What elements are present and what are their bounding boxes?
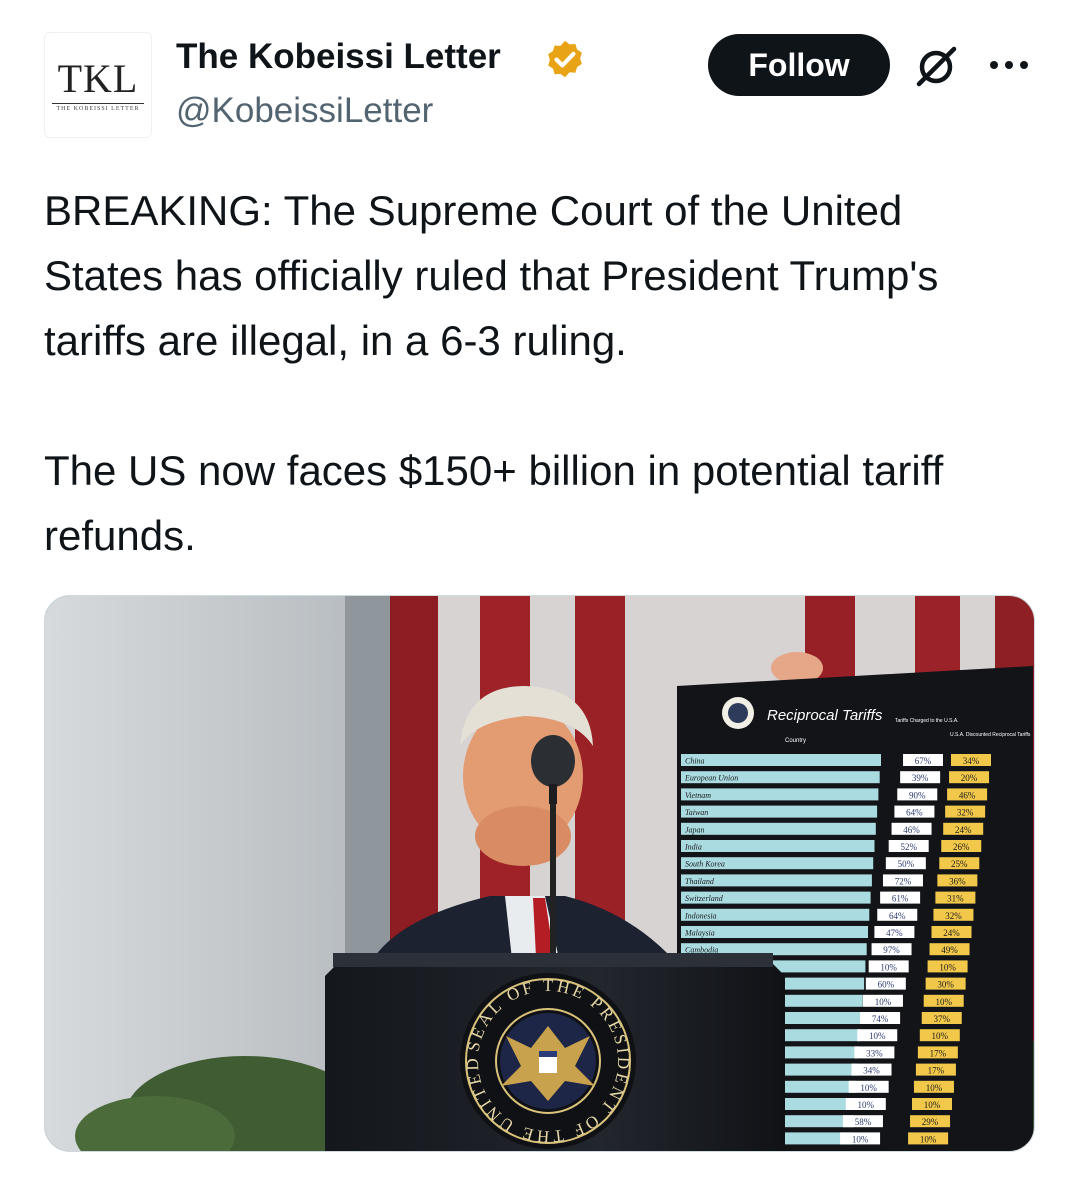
photo-scene: Reciprocal Tariffs Country Tariffs Charg… xyxy=(45,596,1034,1151)
more-dot xyxy=(1005,61,1013,69)
board-country-label: South Korea xyxy=(685,860,725,869)
board-country-label: Indonesia xyxy=(684,911,717,920)
more-options-icon[interactable] xyxy=(990,56,1036,70)
board-country-label: Japan xyxy=(685,825,705,834)
tweet-paragraph: The US now faces $150+ billion in potent… xyxy=(44,447,944,559)
board-reciprocal-value: 37% xyxy=(934,1014,951,1024)
board-reciprocal-value: 10% xyxy=(932,1031,949,1041)
board-charged-value: 97% xyxy=(883,945,900,955)
board-country-label: European Union xyxy=(684,774,738,783)
board-country-label: India xyxy=(684,843,702,852)
board-charged-value: 64% xyxy=(906,808,923,818)
board-reciprocal-value: 17% xyxy=(928,1066,945,1076)
grok-icon[interactable] xyxy=(914,44,958,88)
board-reciprocal-value: 36% xyxy=(949,876,966,886)
board-charged-value: 10% xyxy=(860,1083,877,1093)
board-reciprocal-value: 10% xyxy=(924,1100,941,1110)
board-country-label: Taiwan xyxy=(685,808,708,817)
avatar-rule xyxy=(52,102,144,104)
board-charged-value: 61% xyxy=(892,894,909,904)
board-country-label: Vietnam xyxy=(685,791,711,800)
board-country-bar xyxy=(681,822,876,835)
handle[interactable]: @KobeissiLetter xyxy=(176,88,433,134)
board-reciprocal-value: 24% xyxy=(943,928,960,938)
board-charged-value: 64% xyxy=(889,911,906,921)
board-country-label: Malaysia xyxy=(684,929,715,938)
board-title: Reciprocal Tariffs xyxy=(767,707,883,724)
board-charged-value: 74% xyxy=(872,1014,889,1024)
board-col-country: Country xyxy=(785,738,806,744)
board-charged-value: 47% xyxy=(886,928,903,938)
board-country-bar xyxy=(681,754,881,766)
board-charged-value: 39% xyxy=(912,773,929,783)
more-dot xyxy=(1020,61,1028,69)
board-charged-value: 10% xyxy=(852,1134,869,1144)
avatar-monogram: TKL xyxy=(57,55,139,101)
avatar[interactable]: TKL THE KOBEISSI LETTER xyxy=(44,32,152,138)
board-reciprocal-value: 32% xyxy=(945,911,962,921)
board-reciprocal-value: 30% xyxy=(937,980,954,990)
board-reciprocal-value: 10% xyxy=(939,962,956,972)
verified-badge-icon xyxy=(548,40,582,78)
board-charged-value: 46% xyxy=(903,825,920,835)
tweet-paragraph: BREAKING: The Supreme Court of the Unite… xyxy=(44,187,939,364)
board-reciprocal-value: 17% xyxy=(930,1048,947,1058)
board-charged-value: 10% xyxy=(869,1031,886,1041)
board-charged-value: 52% xyxy=(900,842,917,852)
board-charged-value: 60% xyxy=(878,980,895,990)
board-charged-value: 67% xyxy=(915,756,932,766)
board-reciprocal-value: 10% xyxy=(935,997,952,1007)
board-charged-value: 50% xyxy=(898,859,915,869)
board-country-label: Switzerland xyxy=(685,894,724,903)
board-country-bar xyxy=(681,805,878,818)
tweet-photo[interactable]: Reciprocal Tariffs Country Tariffs Charg… xyxy=(44,595,1035,1152)
board-reciprocal-value: 49% xyxy=(941,945,958,955)
board-reciprocal-value: 32% xyxy=(957,808,974,818)
board-country-label: Thailand xyxy=(685,877,715,886)
board-reciprocal-value: 20% xyxy=(961,773,978,783)
board-charged-value: 72% xyxy=(895,876,912,886)
board-charged-value: 33% xyxy=(866,1048,883,1058)
tweet-text: BREAKING: The Supreme Court of the Unite… xyxy=(44,178,1004,568)
board-reciprocal-value: 46% xyxy=(959,790,976,800)
display-name[interactable]: The Kobeissi Letter xyxy=(176,34,501,80)
board-reciprocal-value: 29% xyxy=(922,1117,939,1127)
board-reciprocal-value: 10% xyxy=(926,1083,943,1093)
board-country-bar xyxy=(681,840,875,852)
board-col-charged: Tariffs Charged to the U.S.A. xyxy=(895,718,959,724)
avatar-subtitle: THE KOBEISSI LETTER xyxy=(56,105,140,112)
board-charged-value: 10% xyxy=(880,962,897,972)
board-charged-value: 10% xyxy=(875,997,892,1007)
board-charged-value: 10% xyxy=(858,1100,875,1110)
board-col-reciprocal: U.S.A. Discounted Reciprocal Tariffs xyxy=(950,732,1031,738)
board-charged-value: 90% xyxy=(909,790,926,800)
board-charged-value: 34% xyxy=(863,1066,880,1076)
board-reciprocal-value: 26% xyxy=(953,842,970,852)
board-reciprocal-value: 24% xyxy=(955,825,972,835)
follow-button[interactable]: Follow xyxy=(708,34,890,96)
board-reciprocal-value: 34% xyxy=(963,756,980,766)
board-charged-value: 58% xyxy=(855,1117,872,1127)
board-reciprocal-value: 25% xyxy=(951,859,968,869)
board-reciprocal-value: 10% xyxy=(920,1134,937,1144)
more-dot xyxy=(990,61,998,69)
board-reciprocal-value: 31% xyxy=(947,894,964,904)
board-country-label: China xyxy=(685,757,705,766)
